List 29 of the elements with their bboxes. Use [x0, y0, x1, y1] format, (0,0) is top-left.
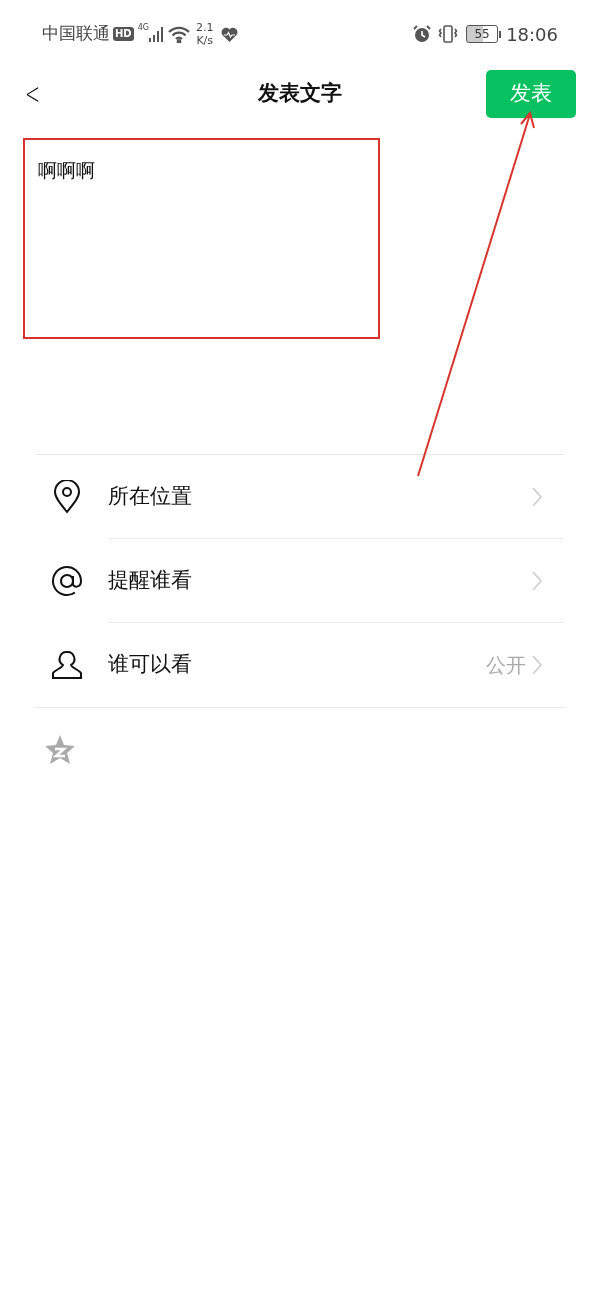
- page-title: 发表文字: [258, 80, 342, 108]
- chevron-right-icon: [532, 655, 542, 675]
- clock-time: 18:06: [506, 22, 558, 47]
- option-row[interactable]: 所在位置: [36, 455, 564, 539]
- star-icon[interactable]: [44, 734, 76, 766]
- alarm-icon: [413, 25, 432, 43]
- text-input-field[interactable]: 啊啊啊: [38, 156, 558, 356]
- signal-icon: [148, 26, 163, 42]
- person-icon: [51, 649, 83, 681]
- at-sign-icon: [51, 565, 83, 597]
- back-button[interactable]: <: [25, 79, 41, 109]
- wifi-icon: [167, 25, 190, 43]
- hd-badge: HD: [113, 27, 134, 41]
- location-pin-icon: [53, 480, 81, 514]
- speed-unit: K/s: [196, 34, 214, 47]
- option-label: 所在位置: [108, 482, 192, 510]
- carrier-name: 中国联通: [42, 22, 110, 46]
- option-row[interactable]: 提醒谁看: [36, 539, 564, 623]
- vibrate-icon: [438, 24, 459, 44]
- chevron-right-icon: [532, 570, 542, 591]
- option-label: 提醒谁看: [108, 566, 192, 594]
- battery-indicator: 55: [466, 25, 502, 43]
- heart-icon: [221, 26, 239, 42]
- chevron-right-icon: [532, 486, 542, 507]
- option-row[interactable]: 谁可以看 公开: [36, 623, 564, 707]
- network-type: 4G: [137, 22, 149, 34]
- option-value: 公开: [486, 652, 526, 679]
- option-label: 谁可以看: [108, 651, 192, 679]
- speed-value: 2.1: [195, 21, 214, 34]
